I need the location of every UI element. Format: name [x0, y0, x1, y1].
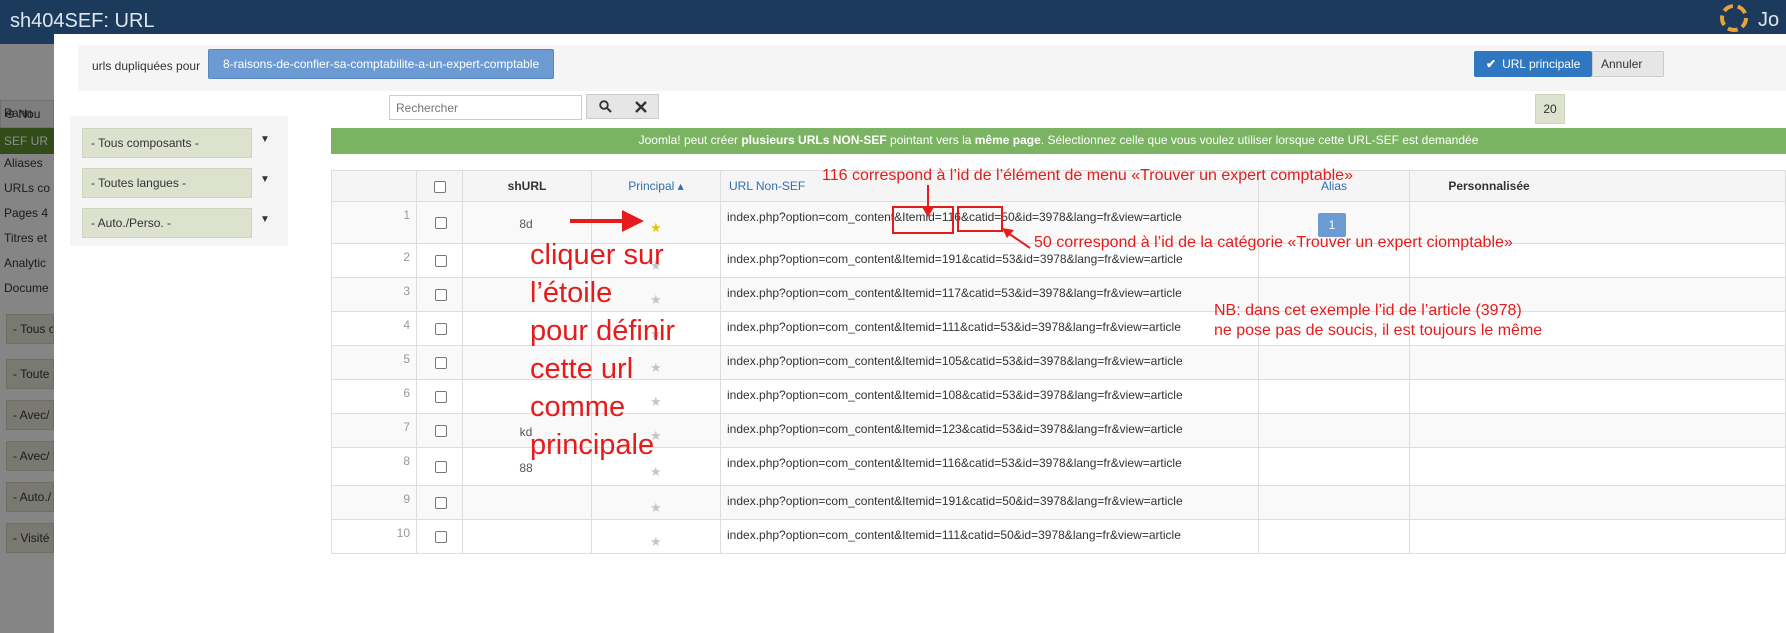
primary-url-button-label: URL principale — [1502, 57, 1581, 71]
header-shurl[interactable]: shURL — [462, 171, 591, 201]
star-icon[interactable]: ★ — [650, 464, 662, 480]
click-annotation-line: comme — [530, 391, 626, 423]
row-number: 4 — [403, 318, 410, 332]
catid-highlight — [957, 206, 1003, 232]
primary-url-button[interactable]: ✔ URL principale — [1474, 51, 1593, 77]
joomla-logo-icon: Jo — [1720, 4, 1779, 32]
star-icon[interactable]: ★ — [650, 292, 662, 308]
star-icon[interactable]: ★ — [650, 394, 662, 410]
non-sef-url[interactable]: index.php?option=com_content&Itemid=116&… — [727, 456, 1182, 470]
search-button[interactable] — [587, 95, 623, 118]
row-number: 8 — [403, 454, 410, 468]
arrow-right-icon — [570, 210, 644, 232]
search-icon — [598, 100, 612, 113]
modal-backdrop — [0, 44, 54, 633]
click-annotation-line: l’étoile — [530, 277, 613, 309]
row-number: 3 — [403, 284, 410, 298]
non-sef-url[interactable]: index.php?option=com_content&Itemid=108&… — [727, 388, 1183, 402]
star-icon[interactable]: ★ — [650, 500, 662, 516]
check-icon: ✔ — [1486, 57, 1497, 71]
click-annotation-line: pour définir — [530, 315, 676, 347]
close-icon — [635, 100, 647, 113]
row-checkbox[interactable] — [435, 391, 447, 403]
component-filter[interactable]: - Tous composants - — [82, 128, 252, 158]
row-number: 10 — [396, 526, 410, 540]
admin-title: sh404SEF: URL — [10, 10, 155, 32]
duplicates-modal: urls dupliquées pour 8-raisons-de-confie… — [54, 34, 1786, 633]
filters-panel: - Tous composants - ▼ - Toutes langues -… — [70, 116, 288, 246]
info-banner: Joomla! peut créer plusieurs URLs NON-SE… — [331, 128, 1786, 154]
star-icon[interactable]: ★ — [650, 360, 662, 376]
header-principal[interactable]: Principal ▴ — [591, 171, 720, 201]
non-sef-url[interactable]: index.php?option=com_content&Itemid=111&… — [727, 528, 1181, 542]
chevron-down-icon[interactable]: ▼ — [260, 214, 270, 225]
non-sef-url[interactable]: index.php?option=com_content&Itemid=191&… — [727, 252, 1183, 266]
search-button-group — [586, 94, 659, 119]
chevron-down-icon[interactable]: ▼ — [260, 134, 270, 145]
row-number: 2 — [403, 250, 410, 264]
star-icon[interactable]: ★ — [650, 220, 662, 236]
nb-annotation-line2: ne pose pas de soucis, il est toujours l… — [1214, 322, 1543, 339]
chevron-down-icon[interactable]: ▼ — [260, 174, 270, 185]
row-checkbox[interactable] — [435, 323, 447, 335]
row-number: 9 — [403, 492, 410, 506]
row-number: 1 — [403, 208, 410, 222]
duplicates-label: urls dupliquées pour — [92, 59, 201, 73]
non-sef-url[interactable]: index.php?option=com_content&Itemid=123&… — [727, 422, 1183, 436]
click-annotation-line: principale — [530, 429, 655, 461]
row-checkbox[interactable] — [435, 461, 447, 473]
table-row[interactable]: 9 ★ index.php?option=com_content&Itemid=19… — [331, 486, 1786, 520]
itemid-highlight — [892, 206, 954, 234]
modal-toolbar: urls dupliquées pour 8-raisons-de-confie… — [78, 45, 1786, 91]
row-number: 7 — [403, 420, 410, 434]
header-custom[interactable]: Personnalisée — [1409, 171, 1568, 201]
click-annotation-line: cliquer sur — [530, 239, 664, 271]
auto-custom-filter[interactable]: - Auto./Perso. - — [82, 208, 252, 238]
non-sef-url[interactable]: index.php?option=com_content&Itemid=116&… — [727, 210, 1182, 224]
search-input[interactable] — [389, 95, 582, 120]
language-filter[interactable]: - Toutes langues - — [82, 168, 252, 198]
click-annotation-line: cette url — [530, 353, 634, 385]
itemid-annotation: 116 correspond à l’id de l’élément de me… — [822, 167, 1353, 184]
non-sef-url[interactable]: index.php?option=com_content&Itemid=111&… — [727, 320, 1181, 334]
star-icon[interactable]: ★ — [650, 534, 662, 550]
row-checkbox[interactable] — [435, 497, 447, 509]
clear-search-button[interactable] — [623, 95, 659, 118]
row-checkbox[interactable] — [435, 289, 447, 301]
row-number: 6 — [403, 386, 410, 400]
cancel-button[interactable]: Annuler — [1592, 51, 1664, 77]
catid-annotation: 50 correspond à l’id de la catégorie «Tr… — [1034, 234, 1513, 251]
select-all-cell — [416, 171, 462, 201]
svg-text:Jo: Jo — [1758, 9, 1779, 31]
non-sef-url[interactable]: index.php?option=com_content&Itemid=117&… — [727, 286, 1182, 300]
sef-url-chip: 8-raisons-de-confier-sa-comptabilite-a-u… — [208, 49, 555, 79]
non-sef-url[interactable]: index.php?option=com_content&Itemid=191&… — [727, 494, 1183, 508]
row-checkbox[interactable] — [435, 357, 447, 369]
page-size-select[interactable]: 20 — [1535, 94, 1565, 124]
select-all-checkbox[interactable] — [434, 181, 446, 193]
row-checkbox[interactable] — [435, 425, 447, 437]
non-sef-url[interactable]: index.php?option=com_content&Itemid=105&… — [727, 354, 1183, 368]
row-checkbox[interactable] — [435, 255, 447, 267]
arrow-up-left-icon — [1002, 228, 1031, 249]
nb-annotation-line1: NB: dans cet exemple l’id de l’article (… — [1214, 302, 1522, 319]
table-row[interactable]: 10 ★ index.php?option=com_content&Itemid=1… — [331, 520, 1786, 554]
row-checkbox[interactable] — [435, 531, 447, 543]
row-number: 5 — [403, 352, 410, 366]
row-checkbox[interactable] — [435, 217, 447, 229]
